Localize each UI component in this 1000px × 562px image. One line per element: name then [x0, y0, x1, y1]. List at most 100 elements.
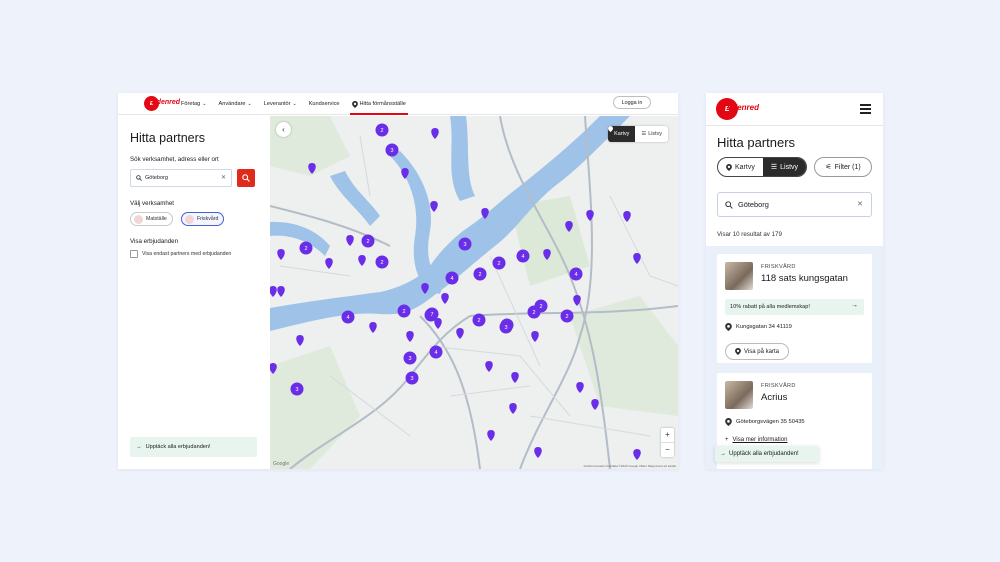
map-cluster-count: 3	[408, 356, 411, 362]
map-cluster-count: 4	[450, 276, 453, 282]
arrow-right-icon: →	[136, 444, 142, 450]
chevron-down-icon: ⌄	[292, 101, 297, 107]
location-pin-icon	[608, 126, 614, 132]
map-cluster-count: 2	[380, 128, 383, 134]
map-cluster-count: 3	[295, 387, 298, 393]
google-logo: Google	[273, 461, 290, 467]
map-cluster-count: 2	[539, 304, 542, 310]
offers-checkbox-row[interactable]: Visa endast partners med erbjudanden	[130, 250, 231, 258]
map-cluster-count: 3	[504, 325, 507, 331]
map-cluster-count: 4	[434, 350, 437, 356]
nav-kundservice[interactable]: Kundservice	[309, 93, 340, 115]
search-icon	[725, 200, 733, 209]
nav-foretag[interactable]: Företag ⌄	[181, 93, 206, 115]
chevron-down-icon: ⌄	[202, 101, 207, 107]
map-cluster-count: 4	[346, 315, 349, 321]
result-category: FRISKVÅRD	[761, 264, 796, 270]
search-icon	[242, 174, 250, 182]
map-cluster-count: 3	[410, 376, 413, 382]
chip-matstalle[interactable]: Matställe	[130, 212, 173, 226]
map-view-button[interactable]: Kartvy	[718, 158, 763, 176]
map-cluster-count: 3	[390, 148, 393, 154]
view-toggle: Kartvy ☰ Listvy	[717, 157, 808, 177]
business-label: Välj verksamhet	[130, 200, 175, 207]
location-pin-icon	[726, 163, 732, 171]
arrow-right-icon: →	[720, 451, 726, 457]
partner-thumbnail	[725, 262, 753, 290]
sliders-icon: ⚟	[825, 164, 832, 171]
map-cluster-count: 2	[565, 314, 568, 320]
map-canvas[interactable]: 2322232424422222342734333	[270, 116, 678, 469]
search-input[interactable]: Göteborg ✕	[130, 169, 232, 187]
result-name[interactable]: 118 sats kungsgatan	[761, 273, 848, 284]
map-cluster-count: 4	[521, 254, 524, 260]
result-category: FRISKVÅRD	[761, 383, 796, 389]
location-pin-icon	[725, 418, 732, 426]
list-view-button[interactable]: ☰ Listvy	[635, 126, 668, 142]
desktop-window: E Edenred Företag ⌄ Användare ⌄ Leverantör…	[118, 93, 678, 469]
mobile-search-panel: Hitta partners Kartvy ☰ Listvy ⚟ Filter …	[706, 126, 883, 246]
result-count: Visar 10 resultat av 179	[717, 231, 782, 238]
zoom-out-button[interactable]: −	[661, 442, 674, 457]
map-view-button[interactable]: Kartvy	[608, 126, 636, 142]
search-input[interactable]: Göteborg ✕	[717, 192, 872, 217]
discover-offers-button[interactable]: → Upptäck alla erbjudanden!	[715, 446, 819, 462]
search-value: Göteborg	[145, 175, 168, 181]
edenred-logo-text[interactable]: Edenred	[152, 99, 180, 106]
nav-leverantor[interactable]: Leverantör ⌄	[264, 93, 297, 115]
page-title: Hitta partners	[717, 135, 796, 150]
search-value: Göteborg	[738, 200, 769, 209]
clear-icon[interactable]: ✕	[221, 174, 226, 181]
map-cluster-count: 7	[430, 312, 433, 318]
result-address: Göteborgsvägen 35 50435	[725, 418, 805, 426]
arrow-right-icon: →	[851, 302, 858, 309]
map-cluster-count: 2	[478, 272, 481, 278]
discover-offers-button[interactable]: → Upptäck alla erbjudanden!	[130, 437, 257, 457]
map-cluster-count: 2	[366, 239, 369, 245]
cutlery-icon	[134, 214, 143, 224]
chevron-down-icon: ⌄	[247, 101, 252, 107]
menu-icon[interactable]	[860, 104, 871, 116]
view-toggle: Kartvy ☰ Listvy	[608, 126, 668, 142]
map-cluster-count: 2	[532, 310, 535, 316]
offers-label: Visa erbjudanden	[130, 238, 179, 245]
map-cluster-count: 2	[304, 246, 307, 252]
more-info-link[interactable]: + Visa mer information	[725, 437, 787, 443]
map-attribution[interactable]: Kortkommandon Kartdata ©2023 Google Vill…	[584, 464, 676, 468]
offers-checkbox[interactable]	[130, 250, 138, 258]
nav-anvandare[interactable]: Användare ⌄	[218, 93, 251, 115]
list-icon: ☰	[641, 131, 647, 137]
nav-links: Företag ⌄ Användare ⌄ Leverantör ⌄ Kundserv…	[181, 93, 409, 115]
result-name[interactable]: Acrius	[761, 392, 787, 403]
map-cluster-count: 2	[497, 261, 500, 267]
list-icon: ☰	[770, 164, 778, 171]
partner-thumbnail	[725, 381, 753, 409]
search-button[interactable]	[237, 169, 255, 187]
location-pin-icon	[725, 323, 732, 331]
offer-banner[interactable]: 10% rabatt på alla medlemskap! →	[725, 299, 864, 315]
search-label: Sök verksamhet, adress eller ort	[130, 156, 219, 163]
zoom-in-button[interactable]: +	[661, 428, 674, 442]
page-title: Hitta partners	[130, 131, 206, 145]
collapse-sidebar-button[interactable]: ‹	[276, 122, 291, 137]
location-pin-icon	[351, 100, 358, 108]
location-pin-icon	[735, 348, 741, 355]
result-card[interactable]: FRISKVÅRD 118 sats kungsgatan 10% rabatt…	[717, 254, 872, 363]
clear-icon[interactable]: ✕	[857, 200, 863, 208]
plus-icon: +	[725, 437, 729, 443]
map-cluster-count: 2	[380, 260, 383, 266]
edenred-logo-text[interactable]: Edenred	[727, 103, 759, 112]
chip-friskvard[interactable]: Friskvård	[181, 212, 225, 226]
map-cluster-count: 3	[463, 242, 466, 248]
map-view[interactable]: 2322232424422222342734333 ‹ Kartvy ☰ Lis…	[270, 116, 678, 469]
top-navigation: E Edenred Företag ⌄ Användare ⌄ Leverantör…	[118, 93, 678, 115]
map-cluster-count: 2	[402, 309, 405, 315]
search-icon	[136, 175, 142, 181]
list-view-button[interactable]: ☰ Listvy	[762, 158, 807, 176]
map-cluster-count: 4	[574, 272, 577, 278]
nav-hitta-formansstalle[interactable]: Hitta förmånsställe	[349, 93, 409, 115]
filter-button[interactable]: ⚟ Filter (1)	[814, 157, 872, 177]
show-on-map-button[interactable]: Visa på karta	[725, 343, 789, 360]
login-button[interactable]: Logga in	[613, 96, 651, 109]
search-sidebar: Hitta partners Sök verksamhet, adress el…	[118, 116, 270, 469]
